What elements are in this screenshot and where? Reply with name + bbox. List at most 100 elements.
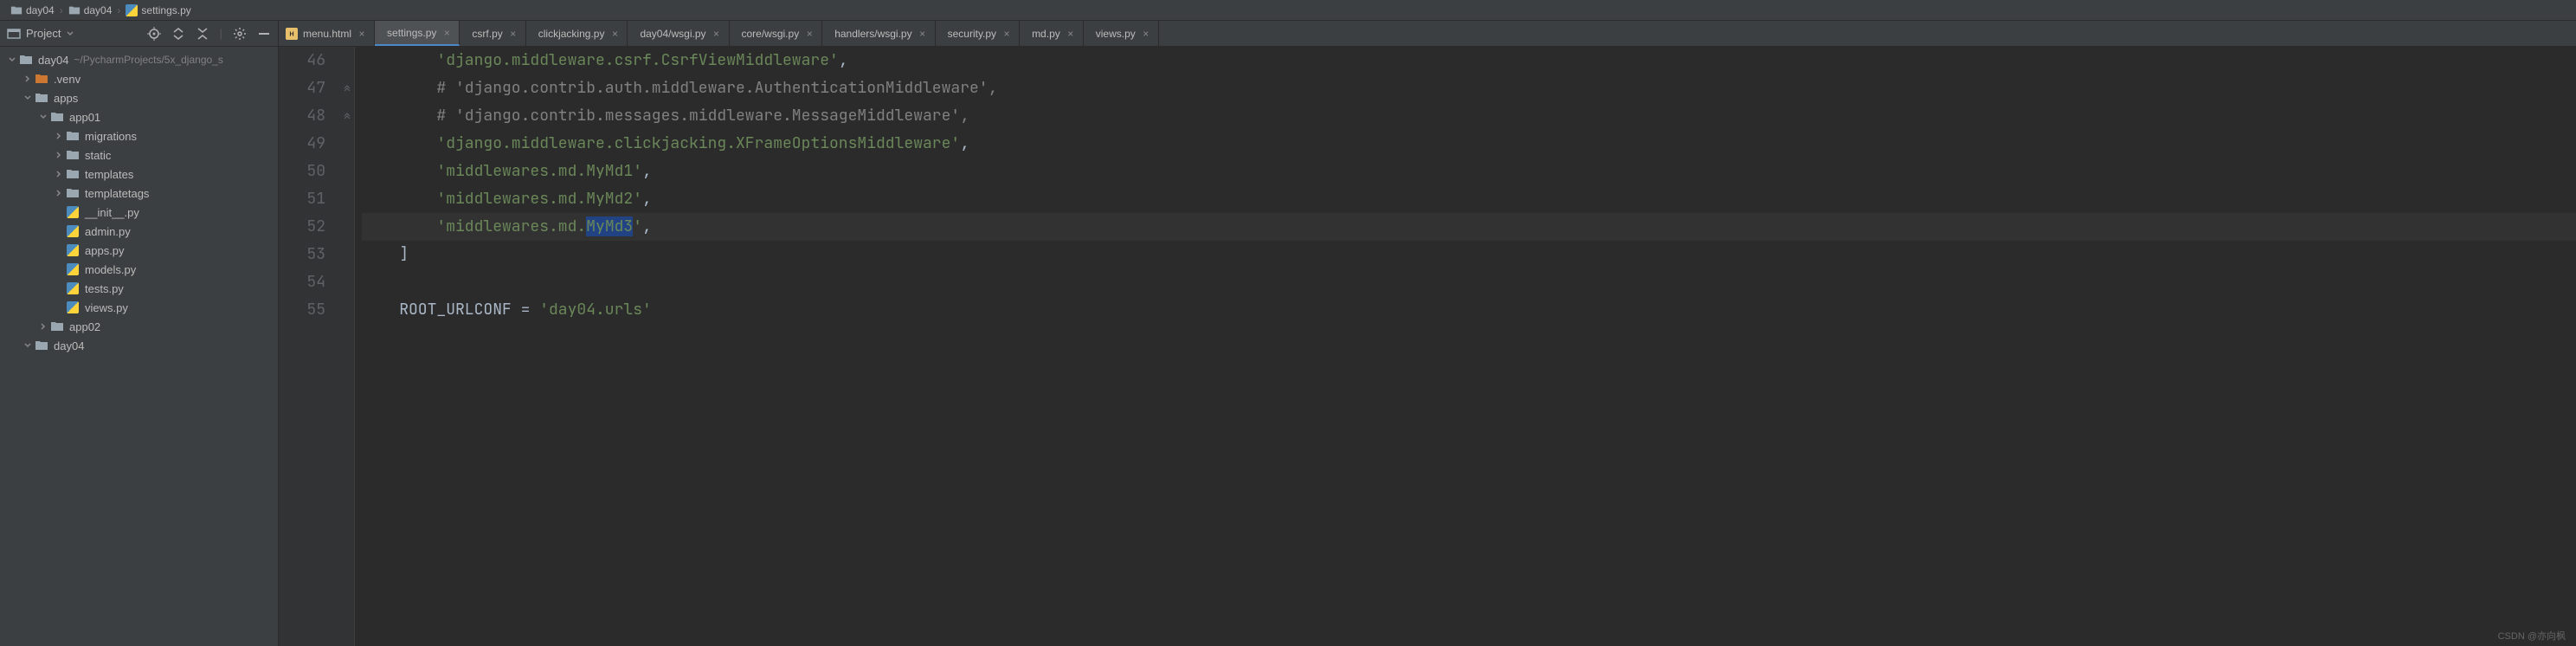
tree-row[interactable]: tests.py xyxy=(0,279,278,298)
chevron-right-icon[interactable] xyxy=(54,150,64,160)
tree-label: migrations xyxy=(85,130,137,143)
tree-row[interactable]: apps.py xyxy=(0,241,278,260)
tab-label: handlers/wsgi.py xyxy=(834,28,911,40)
chevron-right-icon[interactable] xyxy=(38,321,48,332)
code-line[interactable]: # 'django.contrib.messages.middleware.Me… xyxy=(362,102,2576,130)
collapse-all-icon[interactable] xyxy=(196,27,209,41)
line-number[interactable]: 50 xyxy=(279,158,325,185)
close-icon[interactable]: × xyxy=(508,29,518,39)
tree-row[interactable]: app02 xyxy=(0,317,278,336)
code-editor[interactable]: 46474849505152535455 'django.middleware.… xyxy=(279,47,2576,646)
chevron-right-icon[interactable] xyxy=(23,74,33,84)
line-number[interactable]: 55 xyxy=(279,296,325,324)
code-line[interactable]: ROOT_URLCONF = 'day04.urls' xyxy=(362,296,2576,324)
close-icon[interactable]: × xyxy=(441,28,452,38)
code-line[interactable]: # 'django.contrib.auth.middleware.Authen… xyxy=(362,74,2576,102)
chevron-right-icon[interactable] xyxy=(54,169,64,179)
tree-row[interactable]: .venv xyxy=(0,69,278,88)
fold-marker xyxy=(339,213,354,241)
line-number[interactable]: 53 xyxy=(279,241,325,268)
editor-tab[interactable]: csrf.py× xyxy=(460,21,525,46)
code-line[interactable] xyxy=(362,268,2576,296)
hide-icon[interactable] xyxy=(257,27,271,41)
line-number[interactable]: 49 xyxy=(279,130,325,158)
tree-label: admin.py xyxy=(85,225,131,238)
line-number[interactable]: 52 xyxy=(279,213,325,241)
svg-text:H: H xyxy=(289,31,293,37)
close-icon[interactable]: × xyxy=(712,29,722,39)
editor-tab[interactable]: settings.py × xyxy=(375,21,460,46)
chevron-down-icon[interactable] xyxy=(7,55,17,65)
tree-row[interactable]: day04~/PycharmProjects/5x_django_s xyxy=(0,50,278,69)
editor-tab[interactable]: core/wsgi.py× xyxy=(730,21,823,46)
tree-row[interactable]: admin.py xyxy=(0,222,278,241)
expand-all-icon[interactable] xyxy=(171,27,185,41)
python-icon xyxy=(66,300,80,314)
no-chevron xyxy=(54,226,64,236)
line-gutter[interactable]: 46474849505152535455 xyxy=(279,47,339,646)
close-icon[interactable]: × xyxy=(357,29,367,39)
fold-marker xyxy=(339,185,354,213)
chevron-down-icon[interactable] xyxy=(38,112,48,122)
code-line[interactable]: 'middlewares.md.MyMd3', xyxy=(362,213,2576,241)
tab-label: settings.py xyxy=(387,27,436,39)
tree-label: .venv xyxy=(54,73,80,86)
separator: | xyxy=(220,27,222,40)
tree-row[interactable]: migrations xyxy=(0,126,278,145)
close-icon[interactable]: × xyxy=(1066,29,1076,39)
editor-tabs: Hmenu.html×settings.py×csrf.py×clickjack… xyxy=(279,21,2576,47)
tree-row[interactable]: __init__.py xyxy=(0,203,278,222)
tree-row[interactable]: day04 xyxy=(0,336,278,355)
line-number[interactable]: 46 xyxy=(279,47,325,74)
editor-tab[interactable]: md.py× xyxy=(1020,21,1084,46)
code-line[interactable]: 'middlewares.md.MyMd1', xyxy=(362,158,2576,185)
python-icon xyxy=(66,224,80,238)
editor-tab[interactable]: views.py× xyxy=(1084,21,1159,46)
folder-icon xyxy=(66,167,80,181)
line-number[interactable]: 51 xyxy=(279,185,325,213)
close-icon[interactable]: × xyxy=(609,29,620,39)
editor-tab[interactable]: Hmenu.html× xyxy=(279,21,375,46)
editor-tab[interactable]: clickjacking.py× xyxy=(526,21,628,46)
code-line[interactable]: 'middlewares.md.MyMd2', xyxy=(362,185,2576,213)
code-line[interactable]: ] xyxy=(362,241,2576,268)
tree-row[interactable]: models.py xyxy=(0,260,278,279)
locate-icon[interactable] xyxy=(147,27,161,41)
no-chevron xyxy=(54,245,64,255)
code-line[interactable]: 'django.middleware.clickjacking.XFrameOp… xyxy=(362,130,2576,158)
chevron-right-icon[interactable] xyxy=(54,188,64,198)
line-number[interactable]: 54 xyxy=(279,268,325,296)
fold-gutter[interactable] xyxy=(339,47,355,646)
editor-tab[interactable]: day04/wsgi.py × xyxy=(628,21,729,46)
breadcrumb-item[interactable]: settings.py xyxy=(122,4,194,16)
editor-tab[interactable]: handlers/wsgi.py × xyxy=(822,21,935,46)
breadcrumb-item[interactable]: day04 xyxy=(65,4,116,16)
project-tree[interactable]: day04~/PycharmProjects/5x_django_s .venv a… xyxy=(0,47,278,646)
close-icon[interactable]: × xyxy=(918,29,928,39)
close-icon[interactable]: × xyxy=(1141,29,1151,39)
chevron-right-icon[interactable] xyxy=(54,131,64,141)
line-number[interactable]: 47 xyxy=(279,74,325,102)
tree-row[interactable]: app01 xyxy=(0,107,278,126)
tree-row[interactable]: static xyxy=(0,145,278,165)
python-icon xyxy=(66,262,80,276)
tree-row[interactable]: templates xyxy=(0,165,278,184)
code-content[interactable]: 'django.middleware.csrf.CsrfViewMiddlewa… xyxy=(355,47,2576,646)
project-sidebar: Project | day04~/PycharmProjects/5x_djan… xyxy=(0,21,279,646)
close-icon[interactable]: × xyxy=(804,29,815,39)
line-number[interactable]: 48 xyxy=(279,102,325,130)
folder-icon xyxy=(66,148,80,162)
chevron-down-icon[interactable] xyxy=(23,340,33,351)
code-line[interactable]: 'django.middleware.csrf.CsrfViewMiddlewa… xyxy=(362,47,2576,74)
project-view-selector[interactable]: Project xyxy=(7,27,74,41)
tree-row[interactable]: templatetags xyxy=(0,184,278,203)
chevron-down-icon[interactable] xyxy=(23,93,33,103)
no-chevron xyxy=(54,283,64,294)
tab-label: day04/wsgi.py xyxy=(640,28,705,40)
gear-icon[interactable] xyxy=(233,27,247,41)
breadcrumb-item[interactable]: day04 xyxy=(7,4,58,16)
editor-tab[interactable]: security.py× xyxy=(936,21,1020,46)
tree-row[interactable]: views.py xyxy=(0,298,278,317)
close-icon[interactable]: × xyxy=(1001,29,1012,39)
tree-row[interactable]: apps xyxy=(0,88,278,107)
